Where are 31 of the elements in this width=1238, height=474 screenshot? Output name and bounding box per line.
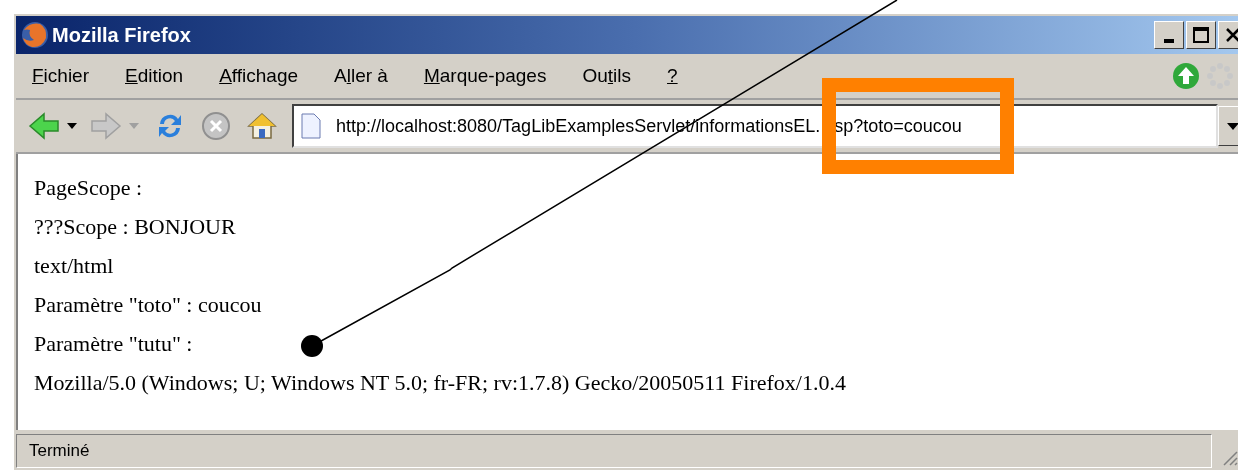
minimize-icon bbox=[1164, 39, 1174, 43]
menu-item[interactable]: Marque-pages bbox=[423, 61, 547, 91]
menu-item[interactable]: Fichier bbox=[32, 61, 89, 91]
text-line: Mozilla/5.0 (Windows; U; Windows NT 5.0; fr-FR; rv:1.7.8) Gecko/20050511 Firefox/1.0.4 bbox=[34, 369, 846, 397]
close-icon bbox=[1226, 28, 1238, 42]
text-line: text/html bbox=[34, 252, 114, 280]
stop-icon bbox=[201, 111, 231, 141]
menu-item[interactable]: Outils bbox=[582, 61, 632, 91]
caret-icon bbox=[129, 123, 139, 129]
address-text: sp?toto=coucou bbox=[834, 115, 962, 136]
caret-icon bbox=[67, 123, 77, 129]
menu-item[interactable]: Aller à bbox=[334, 61, 388, 91]
text-line: Paramètre "toto" : coucou bbox=[34, 291, 262, 319]
status-text: Terminé bbox=[29, 440, 90, 463]
dot-marker bbox=[301, 335, 323, 357]
page-icon bbox=[300, 113, 322, 139]
maximize-icon bbox=[1193, 27, 1209, 43]
left-arrow-icon bbox=[28, 112, 60, 140]
caret-icon bbox=[1227, 122, 1238, 130]
menu-item[interactable]: Affichage bbox=[219, 61, 298, 91]
menu-item[interactable]: Edition bbox=[125, 61, 184, 91]
minimize-button[interactable] bbox=[1154, 21, 1184, 49]
text-line: ???Scope : BONJOUR bbox=[34, 213, 236, 241]
text-line: Paramètre "tutu" : bbox=[34, 330, 193, 358]
menu-item[interactable]: ? bbox=[667, 61, 678, 91]
right-arrow-icon bbox=[90, 112, 122, 140]
text-line: PageScope : bbox=[34, 174, 143, 202]
maximize-button[interactable] bbox=[1186, 21, 1216, 49]
globe-logo-icon bbox=[20, 20, 50, 50]
window-title: Mozilla Firefox bbox=[52, 23, 191, 48]
home-icon bbox=[247, 111, 277, 141]
